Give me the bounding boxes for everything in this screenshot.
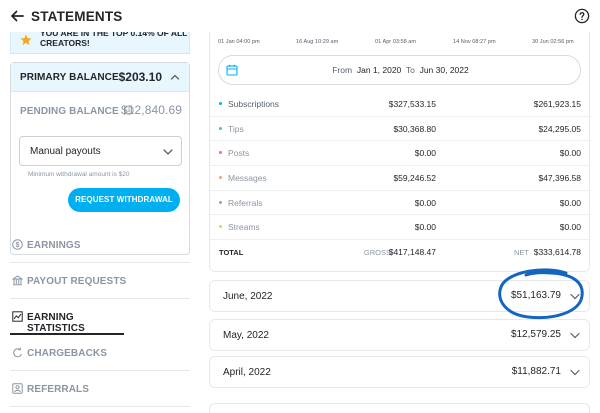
pending-balance: PENDING BALANCE $12,840.69	[20, 103, 182, 117]
primary-balance-label: PRIMARY BALANCE	[20, 72, 119, 83]
primary-balance-header[interactable]: PRIMARY BALANCE $203.10	[11, 63, 189, 92]
pending-balance-label: PENDING BALANCE	[20, 106, 119, 117]
right-panel: 01 Jan 04:00 pm 16 Aug 10:29 am 01 Apr 0…	[209, 32, 591, 413]
table-row[interactable]: Messages $59,246.52 $47,396.58	[210, 166, 591, 191]
nav-item-referrals[interactable]: REFERRALS	[10, 371, 190, 407]
arrow-left-icon[interactable]	[8, 7, 26, 25]
month-row-may[interactable]: May, 2022 $12,579.25	[209, 319, 590, 351]
chevron-down-icon	[163, 149, 173, 155]
series-dot	[219, 176, 222, 180]
x-tick-label: 01 Jan 04:00 pm	[218, 39, 260, 45]
series-dot	[219, 225, 222, 229]
nav-item-label: REFERRALS	[27, 384, 90, 395]
series-dot	[219, 200, 222, 204]
month-label: June, 2022	[223, 291, 273, 302]
total-gross: $417,148.47	[388, 247, 436, 258]
nav-item-label: EARNINGS	[27, 240, 81, 251]
table-row[interactable]: Referrals $0.00 $0.00	[210, 191, 591, 216]
series-dot	[219, 102, 222, 105]
row-category: Referrals	[228, 197, 263, 208]
statements-nav: $ EARNINGS PAYOUT REQUESTS EARNING STATI…	[10, 227, 190, 407]
series-dot	[219, 151, 222, 155]
chevron-up-icon[interactable]	[170, 72, 180, 82]
bank-icon	[12, 275, 23, 286]
row-category: Streams	[228, 222, 260, 233]
row-category: Tips	[228, 123, 244, 134]
payout-method-select[interactable]: Manual payouts	[19, 136, 182, 166]
date-to-label: To	[405, 65, 415, 75]
nav-item-earnings[interactable]: $ EARNINGS	[10, 227, 190, 263]
row-net: $0.00	[559, 222, 581, 233]
nav-item-label: EARNING STATISTICS	[27, 312, 85, 334]
month-label: April, 2022	[223, 367, 271, 378]
earnings-breakdown-table: Subscriptions $327,533.15 $261,923.15 Ti…	[210, 92, 591, 264]
table-row[interactable]: Streams $0.00 $0.00	[210, 215, 591, 241]
referral-icon	[12, 383, 23, 394]
row-net: $261,923.15	[533, 99, 581, 109]
x-tick-label: 14 Nov 08:27 pm	[453, 39, 496, 45]
row-gross: $0.00	[414, 148, 436, 159]
row-gross: $59,246.52	[393, 173, 436, 184]
minimum-withdrawal-note: Minimum withdrawal amount is $20	[28, 171, 130, 178]
net-label: NET	[514, 248, 529, 258]
left-panel: YOU ARE IN THE TOP 0.14% OF ALL CREATORS…	[0, 32, 200, 413]
svg-text:$: $	[16, 242, 20, 249]
x-tick-label: 30 Jun 02:56 pm	[532, 39, 574, 45]
row-gross: $30,368.80	[393, 123, 436, 134]
nav-item-chargebacks[interactable]: CHARGEBACKS	[10, 335, 190, 371]
request-withdrawal-button[interactable]: REQUEST WITHDRAWAL	[68, 188, 180, 212]
chevron-down-icon	[570, 332, 580, 339]
banner-text: YOU ARE IN THE TOP 0.14% OF ALL CREATORS…	[40, 32, 188, 48]
row-gross: $327,533.15	[388, 99, 436, 109]
chart-line-icon	[12, 311, 23, 322]
gross-label: GROSS	[363, 248, 391, 258]
chevron-down-icon	[570, 369, 580, 376]
row-net: $0.00	[559, 148, 581, 159]
row-net: $47,396.58	[538, 173, 581, 184]
row-category: Subscriptions	[228, 99, 280, 109]
month-amount: $11,882.71	[511, 366, 561, 377]
month-row-partial[interactable]	[209, 403, 590, 413]
total-net: $333,614.78	[533, 247, 581, 258]
chargeback-icon	[13, 347, 22, 358]
date-range-picker[interactable]: From Jan 1, 2020 To Jun 30, 2022	[218, 55, 581, 85]
top-creator-banner: YOU ARE IN THE TOP 0.14% OF ALL CREATORS…	[10, 32, 190, 54]
nav-item-earning-statistics[interactable]: EARNING STATISTICS	[10, 299, 124, 335]
annotation-circle-mark	[498, 268, 584, 320]
payout-method-value: Manual payouts	[30, 146, 101, 157]
x-tick-label: 16 Aug 10:29 am	[296, 39, 339, 45]
star-icon	[20, 34, 32, 45]
total-label: TOTAL	[219, 248, 244, 258]
dollar-circle-icon: $	[12, 239, 23, 250]
x-tick-label: 01 Apr 03:58 am	[375, 39, 417, 45]
date-from-label: From	[332, 65, 353, 75]
nav-item-label: PAYOUT REQUESTS	[27, 276, 127, 287]
page-title: STATEMENTS	[31, 9, 123, 24]
row-gross: $0.00	[414, 222, 436, 233]
date-range-text: From Jan 1, 2020 To Jun 30, 2022	[219, 65, 582, 75]
date-from-value: Jan 1, 2020	[356, 65, 402, 75]
total-row: TOTAL GROSS $417,148.47 NET $333,614.78	[210, 240, 591, 264]
nav-item-payout-requests[interactable]: PAYOUT REQUESTS	[10, 263, 190, 299]
row-gross: $0.00	[414, 197, 436, 208]
row-net: $0.00	[559, 197, 581, 208]
nav-item-label: CHARGEBACKS	[27, 348, 107, 359]
month-row-april[interactable]: April, 2022 $11,882.71	[209, 356, 590, 388]
month-amount: $12,579.25	[510, 329, 561, 340]
month-label: May, 2022	[223, 330, 269, 341]
statistics-card: 01 Jan 04:00 pm 16 Aug 10:29 am 01 Apr 0…	[209, 32, 591, 272]
row-category: Posts	[228, 148, 250, 159]
chart-x-axis: 01 Jan 04:00 pm 16 Aug 10:29 am 01 Apr 0…	[210, 39, 591, 51]
question-circle-icon[interactable]	[574, 8, 590, 24]
top-bar: STATEMENTS	[0, 0, 600, 32]
table-row[interactable]: Subscriptions $327,533.15 $261,923.15	[210, 92, 591, 117]
primary-balance-value: $203.10	[118, 70, 162, 84]
series-dot	[219, 126, 222, 130]
date-to-value: Jun 30, 2022	[419, 65, 469, 75]
table-row[interactable]: Posts $0.00 $0.00	[210, 141, 591, 167]
table-row[interactable]: Tips $30,368.80 $24,295.05	[210, 117, 591, 142]
pending-balance-value: $12,840.69	[120, 103, 182, 117]
row-category: Messages	[228, 173, 267, 184]
row-net: $24,295.05	[538, 123, 581, 134]
